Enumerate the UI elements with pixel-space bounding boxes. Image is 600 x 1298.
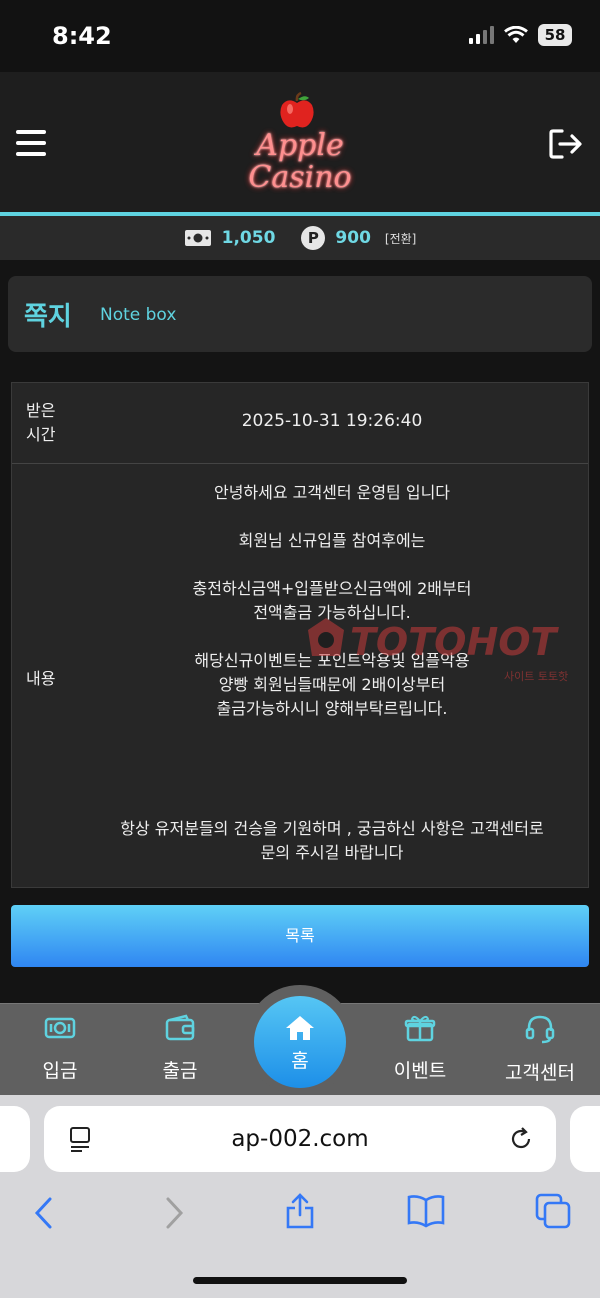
status-icons: 58 <box>468 24 572 46</box>
gift-icon <box>404 1015 436 1042</box>
page-subtitle: Note box <box>100 305 177 325</box>
share-icon[interactable] <box>284 1192 316 1230</box>
message-line: 항상 유저분들의 건승을 기원하며 , 궁금하신 사항은 고객센터로 <box>120 819 544 838</box>
balance-bar: 1,050 P 900 [전환] <box>0 216 600 260</box>
cash-icon <box>184 230 211 246</box>
nav-withdraw[interactable]: 출금 <box>130 1014 230 1083</box>
watermark: TOTOHOT 사이트 토토핫 <box>300 616 596 686</box>
received-time-label-line1: 받은 <box>26 401 56 420</box>
wallet-icon <box>165 1014 195 1041</box>
message-line: 충전하신금액+입플받으신금액에 2배부터 <box>192 579 472 598</box>
message-line: 문의 주시길 바랍니다 <box>260 843 404 862</box>
status-bar: 8:42 58 <box>0 0 600 72</box>
forward-icon[interactable] <box>162 1196 186 1230</box>
watermark-logo-icon <box>308 618 344 656</box>
received-time-row: 받은 시간 2025-10-31 19:26:40 <box>12 383 588 464</box>
logo-text: Apple Casino <box>220 130 380 194</box>
address-bar[interactable]: ap-002.com <box>44 1106 556 1172</box>
point-icon: P <box>301 226 326 250</box>
battery-indicator: 58 <box>538 24 572 46</box>
bookmarks-icon[interactable] <box>406 1194 446 1228</box>
apple-icon <box>280 92 314 128</box>
previous-tab-preview[interactable] <box>0 1106 30 1172</box>
nav-withdraw-label: 출금 <box>162 1060 198 1082</box>
status-time: 8:42 <box>52 22 112 50</box>
tabs-icon[interactable] <box>534 1192 572 1230</box>
reload-icon[interactable] <box>508 1126 534 1152</box>
nav-home[interactable]: 홈 <box>254 996 346 1088</box>
home-indicator <box>193 1277 407 1284</box>
nav-event[interactable]: 이벤트 <box>370 1014 470 1083</box>
nav-support[interactable]: 고객센터 <box>490 1014 590 1085</box>
content-label: 내용 <box>26 669 56 688</box>
home-icon <box>286 1016 314 1040</box>
nav-deposit-label: 입금 <box>42 1060 78 1082</box>
message-line: 회원님 신규입플 참여후에는 <box>238 531 426 550</box>
hamburger-icon[interactable] <box>16 130 46 158</box>
money-balance: 1,050 <box>221 228 276 248</box>
logo-line-1: Apple <box>256 128 344 163</box>
next-tab-preview[interactable] <box>570 1106 600 1172</box>
watermark-sub: 사이트 토토핫 <box>504 670 569 683</box>
message-line: 출금가능하시니 양해부탁르립니다. <box>216 699 448 718</box>
apple-casino-logo[interactable]: Apple Casino <box>220 88 380 200</box>
logout-icon[interactable] <box>548 128 584 160</box>
signal-icon <box>469 26 494 44</box>
message-line: 안녕하세요 고객센터 운영팀 입니다 <box>213 483 451 502</box>
point-balance: 900 <box>335 228 371 248</box>
received-time-label-line2: 시간 <box>26 425 56 444</box>
received-time-value: 2025-10-31 19:26:40 <box>241 411 423 431</box>
nav-deposit[interactable]: 입금 <box>10 1014 110 1083</box>
nav-support-label: 고객센터 <box>505 1062 575 1084</box>
page-title-card: 쪽지 Note box <box>8 276 592 352</box>
nav-home-label: 홈 <box>291 1050 309 1072</box>
watermark-logo: TOTOHOT <box>350 620 557 664</box>
nav-event-label: 이벤트 <box>393 1060 447 1082</box>
deposit-icon <box>44 1017 76 1039</box>
list-button[interactable]: 목록 <box>11 905 589 967</box>
received-time-label: 받은 시간 <box>26 399 66 447</box>
logo-line-2: Casino <box>248 160 352 195</box>
headset-icon <box>525 1015 555 1044</box>
page-title: 쪽지 <box>24 302 72 332</box>
back-icon[interactable] <box>32 1196 56 1230</box>
url-text: ap-002.com <box>231 1126 369 1152</box>
wifi-icon <box>504 26 528 43</box>
convert-link[interactable]: [전환] <box>385 230 416 247</box>
